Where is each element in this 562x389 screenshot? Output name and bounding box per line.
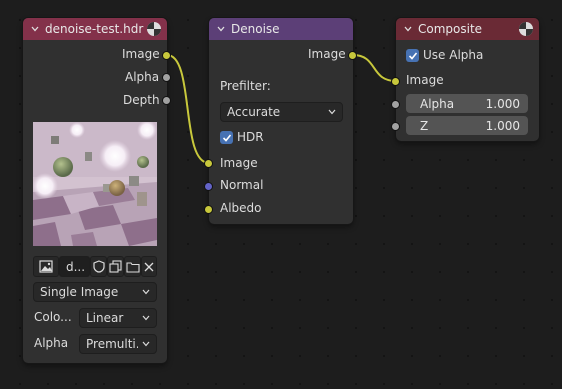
chevron-down-icon	[142, 341, 150, 347]
chevron-down-icon[interactable]	[404, 25, 412, 33]
denoise-input-label-normal: Normal	[220, 178, 264, 192]
folder-icon	[125, 261, 140, 273]
image-browse-button[interactable]	[33, 256, 59, 277]
denoise-output-socket-image[interactable]	[348, 51, 357, 60]
denoise-node-title: Denoise	[231, 22, 280, 36]
composite-node-title: Composite	[418, 22, 483, 36]
denoise-input-label-albedo: Albedo	[220, 201, 262, 215]
denoise-node-header[interactable]: Denoise	[209, 18, 353, 40]
denoise-input-socket-normal[interactable]	[204, 182, 213, 191]
hdr-checkbox[interactable]	[220, 131, 233, 144]
checkmark-icon	[222, 133, 231, 142]
hdr-label: HDR	[237, 130, 264, 144]
duplicate-icon	[109, 260, 122, 273]
denoise-input-socket-image[interactable]	[204, 159, 213, 168]
link-image-to-denoise	[166, 54, 210, 164]
use-alpha-checkbox[interactable]	[406, 49, 419, 62]
prefilter-value: Accurate	[227, 105, 281, 119]
close-icon	[144, 262, 154, 271]
preview-render	[33, 122, 157, 246]
composite-input-label-image: Image	[406, 73, 444, 87]
image-source-dropdown[interactable]: Single Image	[33, 282, 157, 302]
open-image-button[interactable]	[124, 256, 141, 277]
composite-alpha-value: 1.000	[485, 96, 520, 111]
composite-alpha-label: Alpha	[420, 96, 455, 111]
checkmark-icon	[408, 51, 417, 60]
use-alpha-label: Use Alpha	[423, 48, 484, 62]
chevron-down-icon	[142, 315, 150, 321]
chevron-down-icon	[142, 289, 150, 295]
alpha-mode-dropdown[interactable]: Premulti...	[79, 334, 157, 354]
prefilter-label: Prefilter:	[220, 79, 271, 93]
output-socket-alpha[interactable]	[162, 73, 171, 82]
composite-input-socket-z[interactable]	[391, 122, 400, 131]
chevron-down-icon[interactable]	[217, 25, 225, 33]
alpha-mode-value: Premulti...	[86, 337, 138, 351]
composite-z-value: 1.000	[485, 118, 520, 133]
composite-input-socket-alpha[interactable]	[391, 100, 400, 109]
composite-alpha-field[interactable]: Alpha 1.000	[406, 94, 528, 113]
chevron-down-icon	[328, 109, 336, 115]
shield-icon	[92, 260, 105, 273]
image-icon	[39, 260, 53, 273]
fake-user-button[interactable]	[90, 256, 107, 277]
output-label-alpha: Alpha	[125, 70, 160, 84]
image-node-title: denoise-test.hdr	[45, 22, 144, 36]
composite-z-field[interactable]: Z 1.000	[406, 116, 528, 135]
image-name-field[interactable]: d...	[59, 256, 90, 277]
alpha-mode-label: Alpha	[34, 336, 69, 350]
image-source-value: Single Image	[40, 285, 119, 299]
preview-toggle-icon[interactable]	[519, 22, 533, 36]
color-space-dropdown[interactable]: Linear	[79, 308, 157, 328]
composite-input-socket-image[interactable]	[391, 77, 400, 86]
denoise-input-label-image: Image	[220, 156, 258, 170]
composite-node-header[interactable]: Composite	[396, 18, 539, 40]
color-space-value: Linear	[86, 311, 124, 325]
unlink-image-button[interactable]	[141, 256, 157, 277]
output-label-depth: Depth	[123, 93, 160, 107]
output-socket-depth[interactable]	[162, 96, 171, 105]
image-node-header[interactable]: denoise-test.hdr	[23, 18, 167, 40]
denoise-input-socket-albedo[interactable]	[204, 205, 213, 214]
image-preview	[33, 122, 157, 246]
preview-toggle-icon[interactable]	[147, 22, 161, 36]
duplicate-image-button[interactable]	[107, 256, 124, 277]
color-space-label: Colo...	[34, 310, 72, 324]
output-socket-image[interactable]	[162, 51, 171, 60]
image-name-text: d...	[66, 259, 86, 274]
denoise-output-label: Image	[308, 47, 346, 61]
prefilter-dropdown[interactable]: Accurate	[220, 102, 343, 122]
chevron-down-icon[interactable]	[31, 25, 39, 33]
composite-z-label: Z	[420, 118, 429, 133]
link-denoise-to-composite	[352, 54, 397, 82]
output-label-image: Image	[122, 47, 160, 61]
